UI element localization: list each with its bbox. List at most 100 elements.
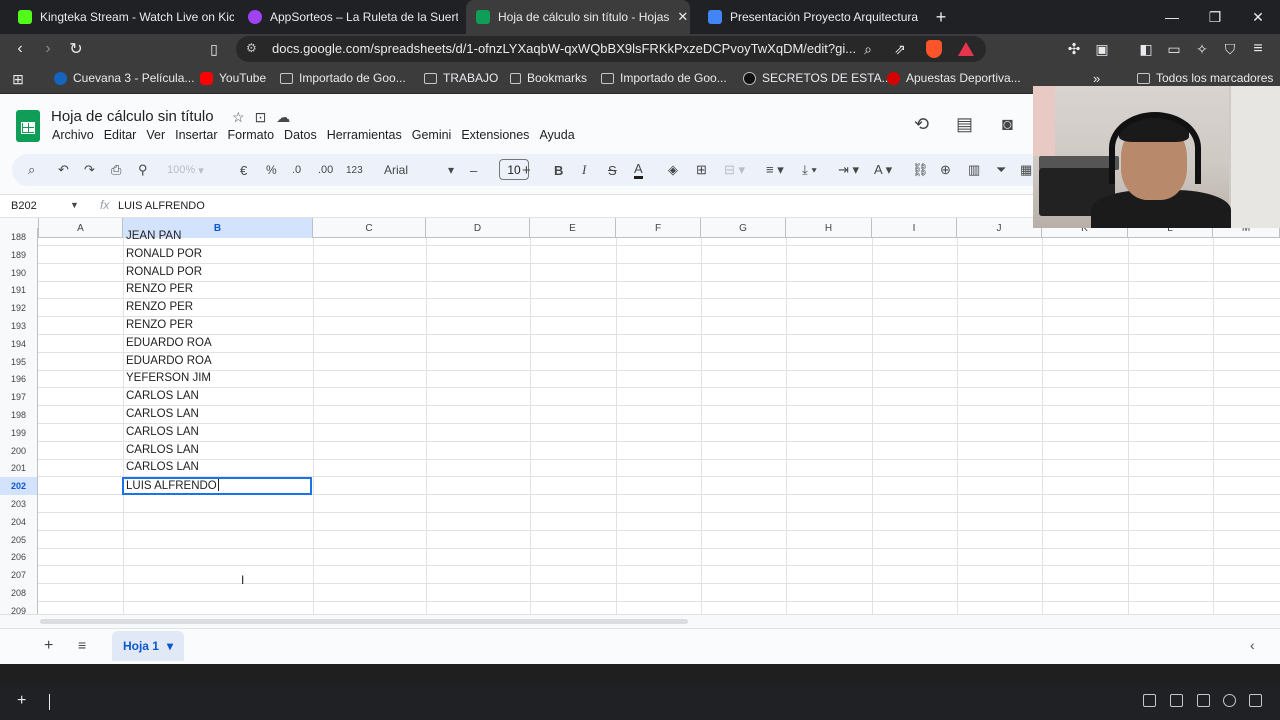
tab-sheets[interactable]: Hoja de cálculo sin título - Hojas ✕ xyxy=(466,0,690,34)
vpn-icon[interactable]: ⛉ xyxy=(1218,37,1242,61)
more-formats-button[interactable]: 123 xyxy=(346,161,363,179)
zoom-search-icon[interactable]: ⌕ xyxy=(856,37,880,61)
menu-editar[interactable]: Editar xyxy=(104,128,137,142)
close-window-icon[interactable]: ✕ xyxy=(1238,0,1278,34)
bookmark-secretos[interactable]: SECRETOS DE ESTA... xyxy=(743,71,892,85)
italic-button[interactable]: I xyxy=(582,161,586,179)
restore-icon[interactable]: ❐ xyxy=(1195,0,1235,34)
row-header[interactable]: 191 xyxy=(0,281,38,300)
row-header[interactable]: 197 xyxy=(0,388,38,407)
bold-button[interactable]: B xyxy=(554,161,563,179)
bookmark-apuestas[interactable]: Apuestas Deportiva... xyxy=(887,71,1021,85)
bookmark-youtube[interactable]: YouTube xyxy=(200,71,266,85)
tab-kick[interactable]: Kingteka Stream - Watch Live on Kick xyxy=(8,0,234,34)
vertical-align-icon[interactable]: ⤓ ▾ xyxy=(802,161,817,179)
menu-formato[interactable]: Formato xyxy=(228,128,275,142)
wallet-icon[interactable]: ▭ xyxy=(1162,37,1186,61)
grid-view-icon[interactable] xyxy=(1143,694,1156,707)
spreadsheet-grid[interactable]: A B C D E F G H I J K L M 188 JEAN PAN 1… xyxy=(0,218,1280,614)
sheet-tab-hoja1[interactable]: Hoja 1 ▾ xyxy=(112,631,184,661)
version-history-icon[interactable]: ⟲ xyxy=(914,114,929,135)
back-icon[interactable]: ‹ xyxy=(8,37,32,61)
cell-b[interactable]: RENZO PER xyxy=(126,301,193,313)
decrease-decimal-button[interactable]: .0 xyxy=(292,161,301,179)
cell-b[interactable]: EDUARDO ROA xyxy=(126,337,212,349)
collapse-side-panel-icon[interactable]: ‹ xyxy=(1250,637,1255,653)
bookmark-page-icon[interactable]: ▯ xyxy=(202,37,226,61)
row-header[interactable]: 206 xyxy=(0,548,38,567)
font-size-decrease-button[interactable]: – xyxy=(470,161,477,179)
name-box-dropdown-icon[interactable]: ▼ xyxy=(70,200,79,210)
formula-input[interactable]: LUIS ALFRENDO xyxy=(118,200,205,212)
row-header[interactable]: 204 xyxy=(0,512,38,531)
bookmark-folder-importado-1[interactable]: Importado de Goo... xyxy=(280,71,406,85)
filter-views-icon[interactable]: ▦ xyxy=(1020,161,1032,179)
strikethrough-icon[interactable]: S xyxy=(608,161,617,179)
row-header[interactable]: 192 xyxy=(0,299,38,318)
row-header[interactable]: 188 xyxy=(0,228,38,246)
site-info-icon[interactable]: ⚙ xyxy=(246,41,257,55)
row-header[interactable]: 194 xyxy=(0,334,38,353)
row-header[interactable]: 201 xyxy=(0,459,38,478)
horizontal-scrollbar[interactable] xyxy=(0,614,1280,628)
redo-icon[interactable]: ↷ xyxy=(84,161,95,179)
menu-ver[interactable]: Ver xyxy=(146,128,165,142)
row-header[interactable]: 202 xyxy=(0,477,38,496)
row-header[interactable]: 195 xyxy=(0,352,38,371)
paint-format-icon[interactable]: ⚲ xyxy=(138,161,148,179)
cell-b[interactable]: RONALD POR xyxy=(126,266,202,278)
new-tab-button[interactable]: + xyxy=(930,0,952,34)
sidebar-icon[interactable]: ◧ xyxy=(1134,37,1158,61)
sheet-tab-dropdown-icon[interactable]: ▾ xyxy=(167,639,173,653)
cell-b[interactable]: YEFERSON JIM xyxy=(126,372,211,384)
name-box[interactable]: B202 xyxy=(11,200,37,212)
active-cell-editor[interactable]: LUIS ALFRENDO xyxy=(122,477,312,496)
cell-b[interactable]: RONALD POR xyxy=(126,248,202,260)
screen-icon[interactable] xyxy=(1197,694,1210,707)
meet-icon[interactable]: ◙ xyxy=(1002,114,1013,135)
row-header[interactable]: 208 xyxy=(0,584,38,602)
font-size-increase-button[interactable]: + xyxy=(522,161,531,179)
settings-icon[interactable] xyxy=(1223,694,1236,707)
extensions-icon[interactable]: ✣ xyxy=(1062,37,1086,61)
window-icon[interactable] xyxy=(1170,694,1183,707)
brave-shield-icon[interactable] xyxy=(922,37,946,61)
row-header[interactable]: 198 xyxy=(0,406,38,424)
apps-grid-icon[interactable]: ⊞ xyxy=(6,67,30,91)
sheets-logo-icon[interactable] xyxy=(16,110,40,142)
row-header[interactable]: 207 xyxy=(0,566,38,585)
insert-chart-icon[interactable]: ▥ xyxy=(968,161,980,179)
reload-icon[interactable]: ↻ xyxy=(64,37,88,61)
document-title[interactable]: Hoja de cálculo sin título xyxy=(51,108,214,125)
all-sheets-icon[interactable]: ≡ xyxy=(78,637,86,653)
text-wrapping-icon[interactable]: ⇥ ▾ xyxy=(838,161,859,179)
row-header[interactable]: 189 xyxy=(0,245,38,264)
row-header[interactable]: 205 xyxy=(0,530,38,549)
cloud-status-icon[interactable]: ☁ xyxy=(276,109,290,126)
bookmark-folder-importado-2[interactable]: Importado de Goo... xyxy=(601,71,727,85)
move-folder-icon[interactable]: ⊡ xyxy=(255,109,267,126)
tab-presentacion[interactable]: Presentación Proyecto Arquitectura M xyxy=(698,0,918,34)
merge-cells-icon[interactable]: ⊟ ▾ xyxy=(724,161,745,179)
cell-b[interactable]: CARLOS LAN xyxy=(126,408,199,420)
font-family-select[interactable]: Arial ▾ xyxy=(384,161,454,179)
horizontal-align-icon[interactable]: ≡ ▾ xyxy=(766,161,784,179)
increase-decimal-button[interactable]: .00 xyxy=(318,161,333,179)
insert-link-icon[interactable]: ⛓ xyxy=(912,161,929,179)
row-header[interactable]: 203 xyxy=(0,495,38,513)
share-icon[interactable]: ⇗ xyxy=(888,37,912,61)
menu-ayuda[interactable]: Ayuda xyxy=(539,128,574,142)
text-rotation-icon[interactable]: A ▾ xyxy=(874,161,892,179)
borders-icon[interactable]: ⊞ xyxy=(696,161,707,179)
comments-icon[interactable]: ▤ xyxy=(956,114,973,135)
close-tab-icon[interactable]: ✕ xyxy=(677,9,688,25)
percent-format-button[interactable]: % xyxy=(266,161,277,179)
zoom-select[interactable]: 100% ▾ xyxy=(167,161,204,179)
menu-datos[interactable]: Datos xyxy=(284,128,317,142)
cell-b[interactable]: JEAN PAN xyxy=(126,230,181,242)
cell-b[interactable]: CARLOS LAN xyxy=(126,461,199,473)
currency-format-button[interactable]: € xyxy=(240,161,247,179)
cell-b[interactable]: CARLOS LAN xyxy=(126,390,199,402)
scrollbar-thumb[interactable] xyxy=(40,619,688,624)
bookmark-folder-trabajo[interactable]: TRABAJO xyxy=(424,71,498,85)
